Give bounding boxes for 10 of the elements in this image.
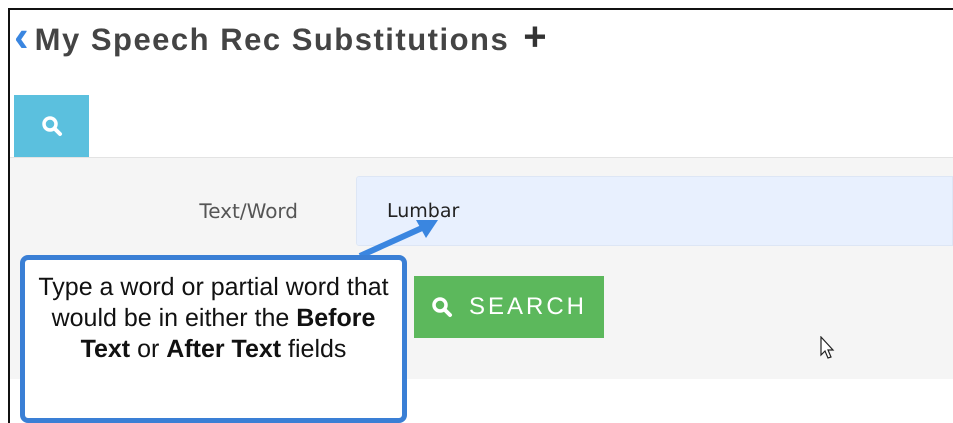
page-title: My Speech Rec Substitutions xyxy=(34,21,510,59)
search-tab[interactable] xyxy=(14,95,89,157)
search-icon xyxy=(40,115,62,137)
cursor-icon xyxy=(820,336,836,360)
back-button[interactable]: ‹ xyxy=(14,15,35,65)
search-icon xyxy=(430,296,453,318)
add-button[interactable]: + xyxy=(523,17,547,63)
callout-text: Type a word or partial word that would be in either the Before Text or After Text fields xyxy=(20,255,407,423)
field-label: Text/Word xyxy=(198,198,299,225)
text-word-field[interactable]: Lumbar xyxy=(356,176,953,246)
